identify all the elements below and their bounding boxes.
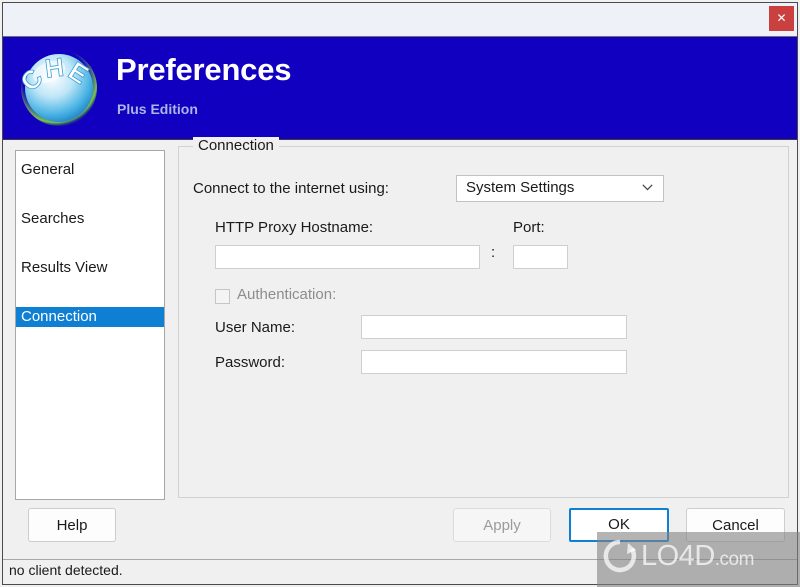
page-title: Preferences: [116, 52, 292, 87]
connect-using-select[interactable]: System Settings: [456, 175, 664, 202]
sidebar-item-general[interactable]: General: [16, 160, 164, 180]
password-label: Password:: [215, 354, 286, 371]
che-logo-icon: CHE: [14, 46, 101, 130]
status-bar: no client detected.: [3, 559, 797, 584]
ok-button[interactable]: OK: [569, 508, 669, 542]
apply-button[interactable]: Apply: [453, 508, 551, 542]
proxy-hostname-label: HTTP Proxy Hostname:: [215, 219, 374, 236]
port-label: Port:: [513, 219, 545, 236]
connect-using-value: System Settings: [466, 179, 575, 196]
authentication-checkbox[interactable]: [215, 289, 230, 304]
help-button[interactable]: Help: [28, 508, 116, 542]
window-titlebar: ✕: [3, 3, 797, 37]
cancel-button[interactable]: Cancel: [686, 508, 785, 542]
host-port-separator: :: [491, 244, 496, 261]
username-input[interactable]: [361, 315, 627, 339]
authentication-label: Authentication:: [237, 286, 337, 303]
port-input[interactable]: [513, 245, 568, 269]
category-list[interactable]: General Searches Results View Connection: [15, 150, 165, 500]
sidebar-item-results-view[interactable]: Results View: [16, 258, 164, 278]
app-root: ✕ CHE Preferences Plus Edition General S…: [0, 0, 800, 587]
groupbox-title: Connection: [193, 137, 279, 154]
dialog-body: General Searches Results View Connection…: [3, 137, 797, 559]
connection-groupbox: Connection Connect to the internet using…: [178, 137, 789, 498]
chevron-down-icon: [642, 184, 653, 191]
proxy-hostname-input[interactable]: [215, 245, 480, 269]
sidebar-item-searches[interactable]: Searches: [16, 209, 164, 229]
sidebar-item-connection[interactable]: Connection: [16, 307, 164, 327]
status-message: no client detected.: [9, 562, 123, 578]
edition-label: Plus Edition: [117, 101, 198, 117]
close-icon[interactable]: ✕: [767, 4, 796, 33]
password-input[interactable]: [361, 350, 627, 374]
preferences-window: ✕ CHE Preferences Plus Edition General S…: [2, 2, 798, 585]
username-label: User Name:: [215, 319, 296, 336]
connect-using-label: Connect to the internet using:: [193, 180, 389, 197]
header-banner: CHE Preferences Plus Edition: [3, 37, 797, 140]
